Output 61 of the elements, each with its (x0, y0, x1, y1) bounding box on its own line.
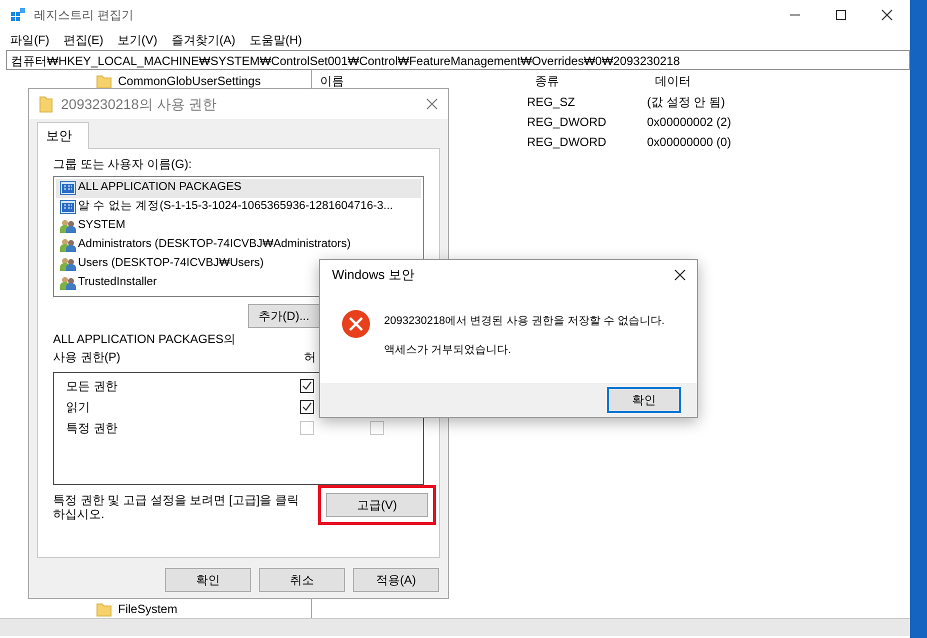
close-icon (426, 98, 438, 110)
horizontal-scrollbar[interactable] (0, 618, 910, 636)
folder-icon (39, 95, 53, 113)
menu-item[interactable]: 즐겨찾기(A) (171, 31, 236, 49)
dialog-button[interactable]: 적용(A) (353, 568, 439, 592)
users-icon (60, 219, 76, 233)
field-label: 그룹 또는 사용자 이름(G): (53, 156, 193, 172)
package-icon (60, 200, 76, 214)
permission-name: 읽기 (66, 399, 91, 416)
checkmark-icon (302, 381, 312, 391)
close-icon (881, 9, 893, 21)
tree-item[interactable]: FileSystem (118, 600, 178, 618)
tab[interactable]: 보안 (37, 122, 89, 148)
user-list-item[interactable]: ALL APPLICATION PACKAGES (56, 178, 421, 198)
table-cell-text: REG_DWORD (527, 134, 608, 151)
menu-item[interactable]: 보기(V) (117, 31, 158, 49)
checkbox[interactable] (300, 400, 314, 414)
maximize-icon (836, 10, 846, 20)
user-list-item[interactable]: TrustedInstaller (56, 274, 161, 292)
column-header[interactable]: 데이터 (647, 72, 847, 90)
table-cell-text: REG_SZ (527, 94, 576, 111)
column-header[interactable]: 종류 (527, 72, 647, 90)
user-list-item[interactable]: SYSTEM (56, 216, 130, 236)
users-icon (60, 276, 76, 290)
field-label: 사용 권한(P) (53, 348, 122, 366)
dialog-title: Windows 보안 (332, 266, 414, 284)
checkbox[interactable] (300, 379, 314, 393)
dialog-title: 2093230218의 사용 권한 (61, 94, 217, 114)
table-cell-text: 0x00000000 (0) (647, 134, 732, 151)
add-button[interactable]: 추가(D)... (248, 304, 320, 328)
app-icon (10, 7, 26, 23)
checkmark-icon (302, 402, 312, 412)
field-label: ALL APPLICATION PACKAGES의 (53, 330, 236, 348)
column-header: 허 (304, 348, 316, 366)
users-icon (60, 238, 76, 252)
users-icon (60, 257, 76, 271)
user-list-item[interactable]: 알 수 없는 계정(S-1-15-3-1024-1065365936-1281604716-3... (56, 198, 397, 216)
tree-item[interactable]: CommonGlobUserSettings (118, 72, 261, 90)
address-bar[interactable]: 컴퓨터₩HKEY_LOCAL_MACHINE₩SYSTEM₩ControlSet001₩Control₩FeatureManagement₩Overrides₩0₩2093230218 (6, 50, 910, 70)
error-icon (342, 310, 370, 338)
menu-item[interactable]: 파일(F) (10, 31, 50, 49)
table-cell-text: (값 설정 안 됨) (647, 94, 725, 111)
dialog-button[interactable]: 취소 (259, 568, 345, 592)
column-header[interactable]: 이름 (312, 72, 527, 90)
menu-item[interactable]: 도움말(H) (249, 31, 302, 49)
package-icon (60, 181, 76, 195)
permission-name: 모든 권한 (66, 378, 118, 395)
dialog-button[interactable]: 확인 (165, 568, 251, 592)
note-text: 특정 권한 및 고급 설정을 보려면 [고급]을 클릭 하십시오. (53, 492, 300, 520)
menu-item[interactable]: 편집(E) (63, 31, 104, 49)
permission-name: 특정 권한 (66, 420, 118, 437)
message-text: 2093230218에서 변경된 사용 권한을 저장할 수 없습니다. (384, 314, 665, 329)
window-title: 레지스트리 편집기 (34, 7, 134, 24)
user-list-item[interactable]: Users (DESKTOP-74ICVBJ₩Users) (56, 254, 268, 274)
user-list-item[interactable]: Administrators (DESKTOP-74ICVBJ₩Administrators) (56, 236, 355, 254)
close-icon (674, 269, 686, 281)
message-text: 액세스가 거부되었습니다. (384, 342, 512, 358)
ok-button[interactable]: 확인 (607, 387, 681, 413)
advanced-button[interactable]: 고급(V) (326, 492, 428, 516)
table-cell-text: 0x00000002 (2) (647, 114, 732, 131)
table-cell-text: REG_DWORD (527, 114, 608, 131)
